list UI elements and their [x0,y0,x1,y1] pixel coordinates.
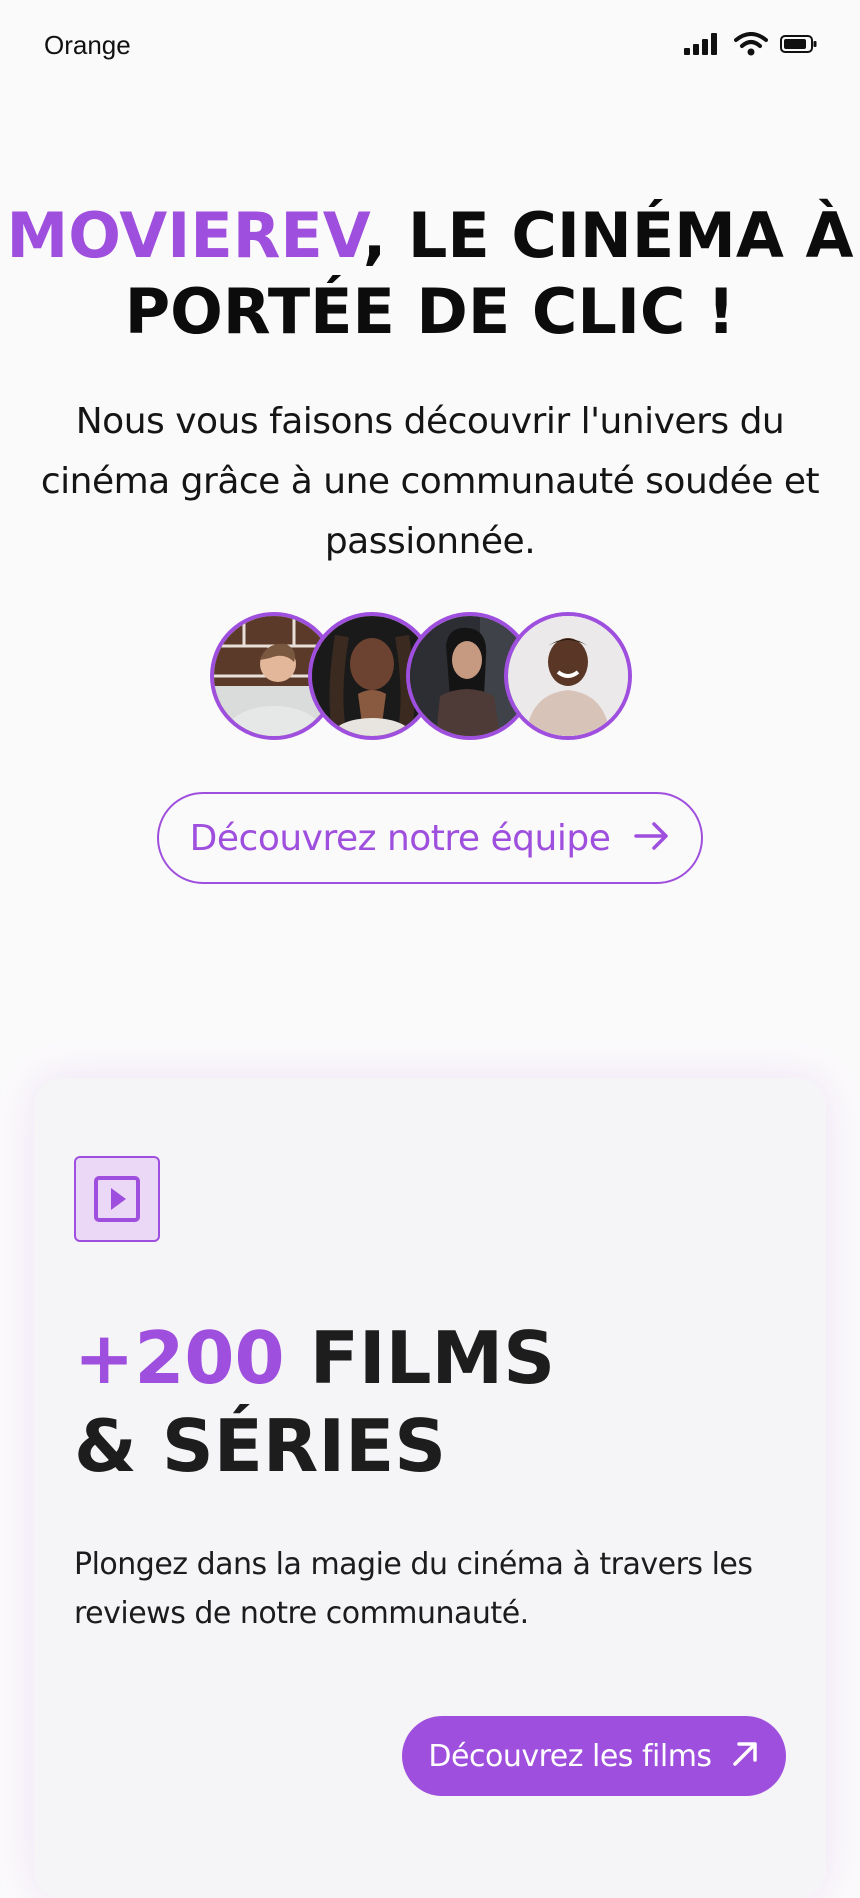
battery-icon [780,34,818,54]
hero-title: MOVIEREV, LE CINÉMA À PORTÉE DE CLIC ! [0,198,860,350]
hero-subtitle: Nous vous faisons découvrir l'univers du… [40,401,820,562]
hero-title-line1: , LE CINÉMA À [362,199,854,272]
carrier-label: Orange [44,30,131,60]
films-title-rest: FILMS [284,1316,556,1400]
avatar-photo-4 [508,616,628,736]
films-count: +200 [74,1316,285,1400]
signal-icon [684,33,722,55]
hero-title-line2: PORTÉE DE CLIC ! [124,275,736,348]
brand-name: MOVIEREV [6,199,363,272]
discover-films-button[interactable]: Découvrez les films [402,1716,786,1796]
play-icon [74,1156,160,1242]
discover-team-label: Découvrez notre équipe [189,817,611,859]
arrow-right-icon [634,821,670,855]
films-card-title: +200 FILMS & SÉRIES [74,1314,794,1490]
status-bar: Orange [0,0,860,92]
films-title-line2: & SÉRIES [74,1404,447,1488]
films-card-description: Plongez dans la magie du cinéma à traver… [74,1547,753,1631]
discover-films-label: Découvrez les films [428,1738,712,1774]
status-icons [684,32,818,56]
discover-team-button[interactable]: Découvrez notre équipe [157,792,703,884]
avatar [504,612,632,740]
team-avatars [210,612,650,752]
wifi-icon [734,32,768,56]
films-card: +200 FILMS & SÉRIES Plongez dans la magi… [34,1078,826,1898]
arrow-up-right-icon [730,1739,760,1773]
